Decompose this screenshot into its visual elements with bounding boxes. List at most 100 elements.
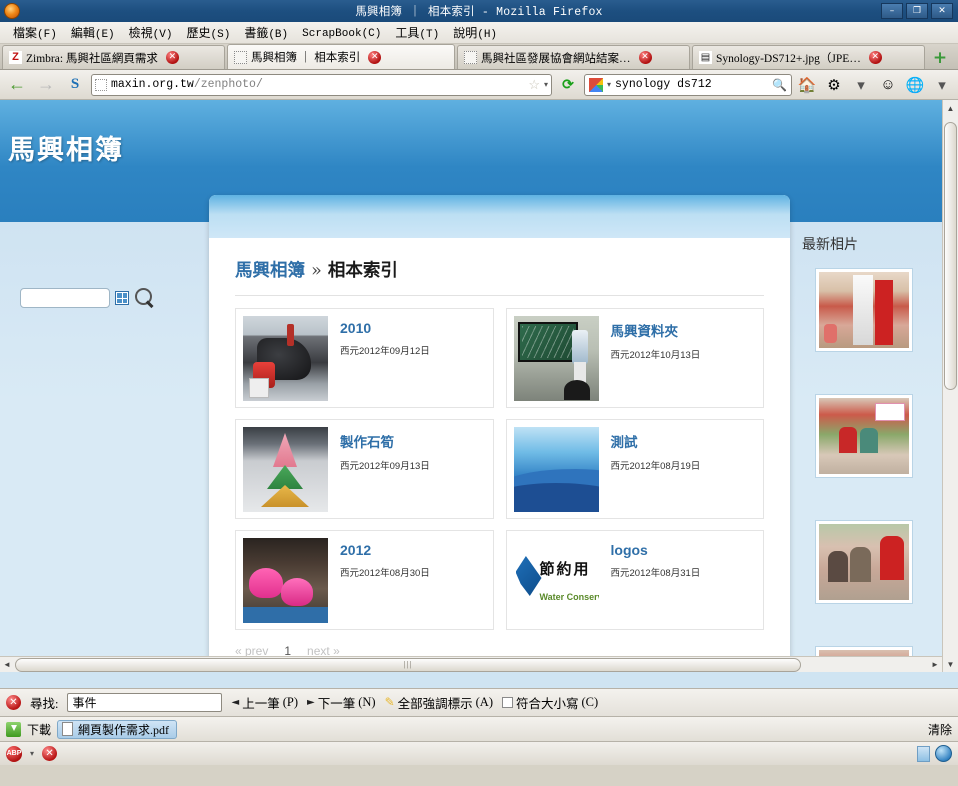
- tab-synology-image-close-icon[interactable]: ✕: [868, 51, 882, 64]
- latest-photos-rail: 最新相片: [798, 234, 930, 672]
- tab-synology-image[interactable]: ▤ Synology-DS712+.jpg（JPE… ✕: [692, 45, 925, 69]
- find-previous-button[interactable]: ◄ 上一筆 (P): [231, 693, 298, 712]
- tab-zimbra[interactable]: Z Zimbra: 馬興社區網頁需求 ✕: [2, 45, 225, 69]
- album-card-test[interactable]: 測試 西元2012年08月19日: [505, 419, 764, 519]
- reload-icon[interactable]: ⟳: [555, 72, 581, 98]
- scroll-right-icon[interactable]: ►: [928, 660, 942, 669]
- menu-bookmarks-label: 書籤: [244, 26, 269, 40]
- menu-view[interactable]: 檢視(V): [122, 22, 180, 43]
- find-input[interactable]: [67, 693, 223, 712]
- search-input[interactable]: synology ds712: [615, 78, 768, 91]
- addon-icon[interactable]: ⚙: [822, 73, 846, 97]
- v-scroll-thumb[interactable]: [944, 122, 957, 390]
- blank-favicon-2: [464, 51, 477, 64]
- breadcrumb-root[interactable]: 馬興相簿: [235, 261, 305, 281]
- match-case-checkbox[interactable]: 符合大小寫 (C): [502, 693, 598, 712]
- close-button[interactable]: ✕: [931, 3, 953, 19]
- tab-community-site-close-icon[interactable]: ✕: [638, 51, 652, 64]
- menu-scrapbook[interactable]: ScrapBook(C): [295, 23, 388, 42]
- album-title[interactable]: 馬興資料夾: [611, 320, 701, 340]
- status-globe-icon[interactable]: [935, 745, 952, 762]
- smiley-icon[interactable]: ☺: [876, 73, 900, 97]
- site-identity-icon[interactable]: [95, 78, 107, 91]
- album-meta: 2010 西元2012年09月12日: [340, 316, 430, 400]
- rail-thumb-3[interactable]: [815, 520, 913, 604]
- album-title[interactable]: 製作石筍: [340, 431, 430, 451]
- binoculars-icon[interactable]: 🔍: [772, 78, 787, 92]
- search-bar[interactable]: ▾ synology ds712 🔍: [584, 73, 792, 96]
- menu-scrapbook-label: ScrapBook: [302, 28, 362, 40]
- rail-thumb-1[interactable]: [815, 268, 913, 352]
- album-title[interactable]: logos: [611, 542, 701, 558]
- addon-dropdown-icon[interactable]: ▾: [849, 73, 873, 97]
- highlight-all-label: 全部強調標示: [397, 697, 473, 711]
- classroom-photo[interactable]: [513, 316, 599, 401]
- album-card-2012[interactable]: 2012 西元2012年08月30日: [235, 530, 494, 630]
- album-card-2010[interactable]: 2010 西元2012年09月12日: [235, 308, 494, 408]
- page-horizontal-scrollbar[interactable]: ◄ ||| ►: [0, 656, 942, 672]
- calendar-icon[interactable]: [115, 291, 129, 305]
- home-icon[interactable]: 🏠: [795, 73, 819, 97]
- tab-album-index[interactable]: 馬興相簿 ｜ 相本索引 ✕: [227, 44, 455, 69]
- search-input-field[interactable]: [20, 288, 110, 308]
- album-card-folder[interactable]: 馬興資料夾 西元2012年10月13日: [505, 308, 764, 408]
- find-next-button[interactable]: ► 下一筆 (N): [307, 693, 376, 712]
- tab-community-site[interactable]: 馬興社區發展協會網站結案… ✕: [457, 45, 690, 69]
- checkbox-icon[interactable]: [502, 697, 513, 708]
- bookmark-star-icon[interactable]: ☆: [528, 77, 540, 93]
- menu-edit[interactable]: 編輯(E): [64, 22, 122, 43]
- album-date: 西元2012年10月13日: [610, 350, 701, 361]
- scooter-photo[interactable]: [243, 316, 328, 401]
- album-title[interactable]: 測試: [611, 431, 701, 451]
- menu-help[interactable]: 說明(H): [446, 22, 504, 43]
- adblock-icon[interactable]: ABP: [6, 745, 22, 762]
- menu-history-accel: (S): [210, 29, 231, 41]
- scroll-up-icon[interactable]: ▲: [943, 100, 958, 116]
- breadcrumb-separator: »: [311, 261, 322, 281]
- search-icon[interactable]: [134, 287, 156, 309]
- stop-icon[interactable]: ✕: [42, 746, 58, 761]
- highlight-all-button[interactable]: ✎ 全部強調標示 (A): [385, 693, 493, 712]
- findbar-close-icon[interactable]: ✕: [6, 695, 21, 710]
- google-icon[interactable]: [589, 77, 603, 92]
- url-dropdown-icon[interactable]: ▾: [544, 80, 548, 89]
- globe-download-icon[interactable]: 🌐: [903, 73, 927, 97]
- tab-zimbra-close-icon[interactable]: ✕: [165, 51, 179, 64]
- status-panel-icon[interactable]: [917, 745, 930, 762]
- new-tab-button[interactable]: +: [929, 47, 951, 69]
- h-scroll-thumb[interactable]: |||: [15, 657, 802, 672]
- water-logo[interactable]: 節約用 Water Conserva: [513, 538, 599, 623]
- search-engine-dropdown-icon[interactable]: ▾: [607, 80, 611, 89]
- menu-tools[interactable]: 工具(T): [388, 22, 446, 43]
- clear-downloads-button[interactable]: 清除: [928, 721, 952, 738]
- adblock-dropdown-icon[interactable]: ▾: [30, 749, 34, 758]
- maximize-button[interactable]: ❐: [906, 3, 928, 19]
- children-photo[interactable]: [243, 538, 328, 623]
- url-bar[interactable]: maxin.org.tw/zenphoto/ ☆ ▾: [91, 73, 552, 96]
- back-arrow-icon[interactable]: ←: [4, 72, 30, 98]
- album-date: 西元2012年09月12日: [340, 346, 430, 357]
- scroll-down-icon[interactable]: ▼: [943, 656, 958, 672]
- scroll-left-icon[interactable]: ◄: [0, 660, 14, 669]
- album-card-stalagmite[interactable]: 製作石筍 西元2012年09月13日: [235, 419, 494, 519]
- album-title[interactable]: 2012: [340, 542, 430, 558]
- forward-arrow-icon[interactable]: →: [33, 72, 59, 98]
- scroll-grip: |||: [403, 660, 413, 669]
- mountains-image[interactable]: [513, 427, 599, 512]
- menu-history[interactable]: 歷史(S): [179, 22, 237, 43]
- h-scroll-track[interactable]: |||: [14, 657, 928, 672]
- menu-file[interactable]: 檔案(F): [6, 22, 64, 43]
- minimize-button[interactable]: –: [881, 3, 903, 19]
- content-card: 馬興相簿 » 相本索引 2010 西元2012年09月12日 馬興資料夾 西元2…: [209, 195, 790, 672]
- menu-bookmarks[interactable]: 書籤(B): [237, 22, 295, 43]
- scrapbook-icon[interactable]: S: [62, 72, 88, 98]
- album-title[interactable]: 2010: [340, 320, 430, 336]
- album-card-logos[interactable]: 節約用 Water Conserva logos 西元2012年08月31日: [505, 530, 764, 630]
- page-vertical-scrollbar[interactable]: ▲ ▼: [942, 100, 958, 672]
- toolbar-overflow-icon[interactable]: ▾: [930, 73, 954, 97]
- market-photo-2: [819, 398, 909, 474]
- stalagmite-photo[interactable]: [243, 427, 328, 512]
- download-item[interactable]: 網頁製作需求.pdf: [57, 719, 178, 739]
- tab-album-index-close-icon[interactable]: ✕: [368, 50, 382, 64]
- rail-thumb-2[interactable]: [815, 394, 913, 478]
